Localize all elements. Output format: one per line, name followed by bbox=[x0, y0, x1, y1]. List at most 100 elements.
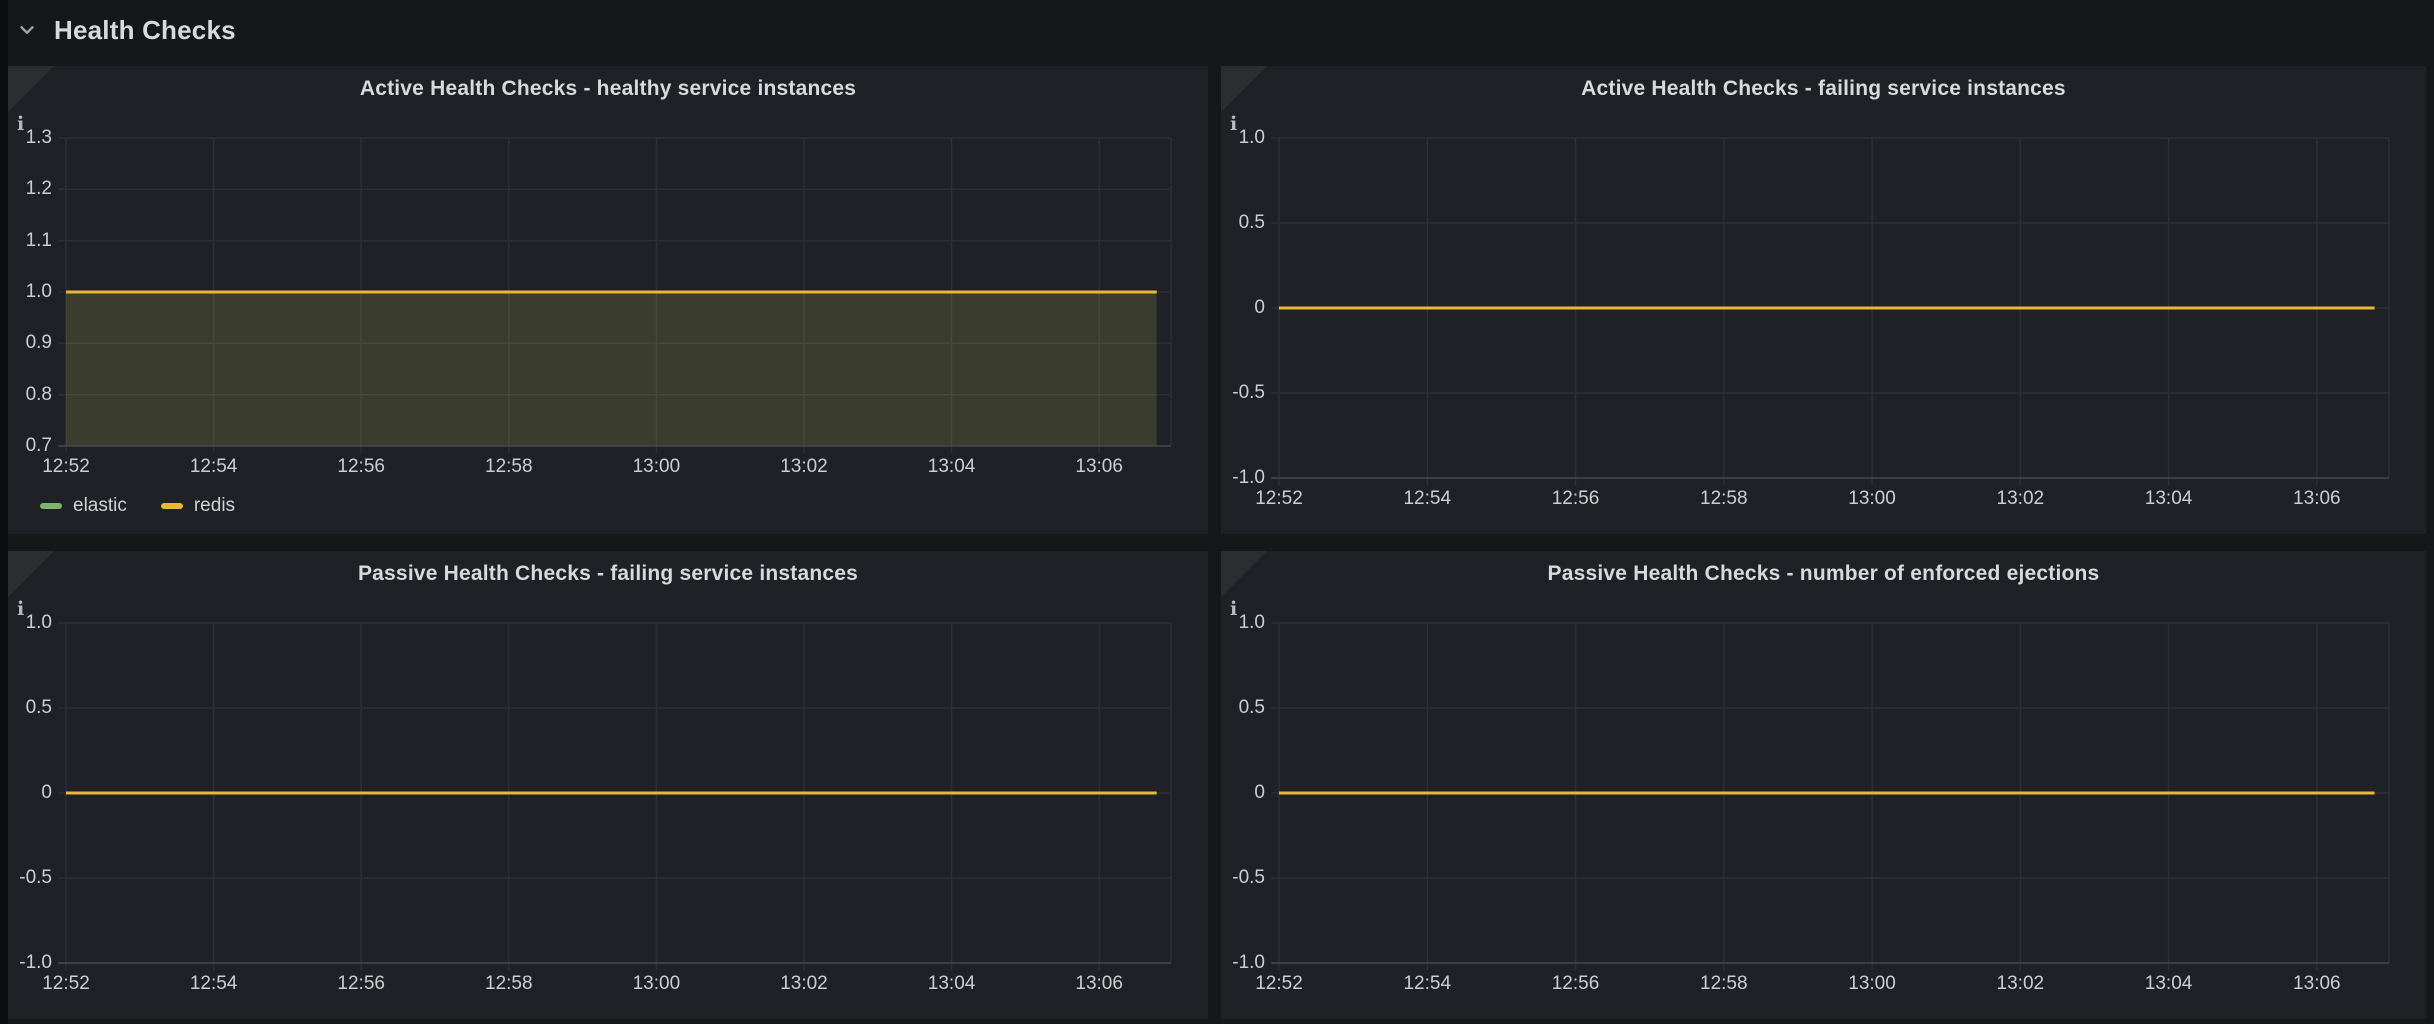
x-tick-label: 13:04 bbox=[2145, 488, 2193, 510]
y-tick-label: -1.0 bbox=[1232, 952, 1265, 974]
y-tick-label: 1.0 bbox=[1239, 127, 1265, 149]
y-tick-label: 1.1 bbox=[26, 230, 52, 252]
x-tick-label: 12:54 bbox=[190, 973, 238, 995]
y-axis-labels: 1.31.21.11.00.90.80.7 bbox=[8, 138, 66, 446]
x-tick-label: 12:58 bbox=[1700, 973, 1748, 995]
info-icon: i bbox=[1230, 115, 1237, 134]
y-tick-label: -0.5 bbox=[1232, 382, 1265, 404]
x-axis-labels: 12:5212:5412:5612:5813:0013:0213:0413:06 bbox=[66, 446, 1171, 490]
x-tick-label: 12:58 bbox=[485, 973, 533, 995]
row-title[interactable]: Health Checks bbox=[54, 15, 236, 46]
info-icon: i bbox=[17, 115, 24, 134]
y-tick-label: -1.0 bbox=[19, 952, 52, 974]
panel-info-corner[interactable]: i bbox=[1221, 66, 1267, 112]
y-axis-labels: 1.00.50-0.5-1.0 bbox=[1221, 623, 1279, 963]
y-tick-label: 1.0 bbox=[26, 281, 52, 303]
grid-lines bbox=[1271, 138, 2389, 486]
plot-area[interactable] bbox=[1279, 138, 2389, 478]
chart-canvas bbox=[1279, 138, 2389, 478]
legend-item-elastic[interactable]: elastic bbox=[40, 495, 127, 517]
row-header[interactable]: Health Checks bbox=[14, 0, 236, 60]
panel-title[interactable]: Active Health Checks - failing service i… bbox=[1221, 66, 2426, 112]
plot-area[interactable] bbox=[1279, 623, 2389, 963]
x-axis-labels: 12:5212:5412:5612:5813:0013:0213:0413:06 bbox=[66, 963, 1171, 1007]
chart-canvas bbox=[1279, 623, 2389, 963]
y-tick-label: 0 bbox=[1254, 297, 1265, 319]
series-color-marker bbox=[161, 503, 183, 509]
y-tick-label: -1.0 bbox=[1232, 467, 1265, 489]
x-tick-label: 12:56 bbox=[337, 456, 385, 478]
series-color-marker bbox=[40, 503, 62, 509]
x-tick-label: 12:54 bbox=[1403, 973, 1451, 995]
x-tick-label: 13:00 bbox=[1848, 488, 1896, 510]
panel-info-corner[interactable]: i bbox=[8, 66, 54, 112]
x-tick-label: 12:52 bbox=[42, 456, 90, 478]
x-tick-label: 13:02 bbox=[1997, 488, 2045, 510]
panel-passive-ejections: i Passive Health Checks - number of enfo… bbox=[1221, 551, 2426, 1019]
panel-title[interactable]: Passive Health Checks - number of enforc… bbox=[1221, 551, 2426, 597]
x-tick-label: 12:56 bbox=[1552, 973, 1600, 995]
x-axis-labels: 12:5212:5412:5612:5813:0013:0213:0413:06 bbox=[1279, 963, 2389, 1007]
x-tick-label: 13:06 bbox=[1075, 456, 1123, 478]
y-axis-labels: 1.00.50-0.5-1.0 bbox=[8, 623, 66, 963]
x-tick-label: 13:04 bbox=[928, 973, 976, 995]
x-tick-label: 12:52 bbox=[42, 973, 90, 995]
x-tick-label: 13:06 bbox=[1075, 973, 1123, 995]
info-icon: i bbox=[17, 600, 24, 619]
y-tick-label: 1.2 bbox=[26, 178, 52, 200]
y-tick-label: 1.0 bbox=[26, 612, 52, 634]
y-tick-label: -0.5 bbox=[19, 867, 52, 889]
panel-active-failing: i Active Health Checks - failing service… bbox=[1221, 66, 2426, 534]
info-icon: i bbox=[1230, 600, 1237, 619]
x-tick-label: 13:02 bbox=[1997, 973, 2045, 995]
y-axis-labels: 1.00.50-0.5-1.0 bbox=[1221, 138, 1279, 478]
x-axis-labels: 12:5212:5412:5612:5813:0013:0213:0413:06 bbox=[1279, 478, 2389, 522]
x-tick-label: 12:58 bbox=[1700, 488, 1748, 510]
y-tick-label: 1.3 bbox=[26, 127, 52, 149]
y-tick-label: 0.5 bbox=[1239, 212, 1265, 234]
plot-area[interactable] bbox=[66, 623, 1171, 963]
chart-canvas bbox=[66, 138, 1171, 446]
x-tick-label: 13:00 bbox=[1848, 973, 1896, 995]
grid-lines bbox=[58, 623, 1171, 971]
legend-label[interactable]: elastic bbox=[73, 495, 127, 517]
plot-area[interactable] bbox=[66, 138, 1171, 446]
legend: elastic redis bbox=[40, 490, 1171, 522]
y-tick-label: 0.5 bbox=[26, 697, 52, 719]
x-tick-label: 12:52 bbox=[1255, 488, 1303, 510]
legend-item-redis[interactable]: redis bbox=[161, 495, 235, 517]
legend-label[interactable]: redis bbox=[194, 495, 235, 517]
panel-active-healthy: i Active Health Checks - healthy service… bbox=[8, 66, 1208, 534]
grid-lines bbox=[1271, 623, 2389, 971]
x-tick-label: 12:52 bbox=[1255, 973, 1303, 995]
panel-title[interactable]: Active Health Checks - healthy service i… bbox=[8, 66, 1208, 112]
x-tick-label: 12:54 bbox=[190, 456, 238, 478]
x-tick-label: 13:00 bbox=[633, 456, 681, 478]
chevron-down-icon[interactable] bbox=[14, 17, 40, 43]
y-tick-label: 0.7 bbox=[26, 435, 52, 457]
x-tick-label: 12:56 bbox=[1552, 488, 1600, 510]
x-tick-label: 13:02 bbox=[780, 456, 828, 478]
y-tick-label: 0 bbox=[41, 782, 52, 804]
panel-info-corner[interactable]: i bbox=[1221, 551, 1267, 597]
window-left-edge bbox=[0, 0, 8, 1024]
x-tick-label: 13:06 bbox=[2293, 973, 2341, 995]
x-tick-label: 13:04 bbox=[928, 456, 976, 478]
x-tick-label: 12:56 bbox=[337, 973, 385, 995]
series-fill-elastic bbox=[66, 292, 1157, 446]
panel-title[interactable]: Passive Health Checks - failing service … bbox=[8, 551, 1208, 597]
y-tick-label: 0.8 bbox=[26, 384, 52, 406]
x-tick-label: 12:58 bbox=[485, 456, 533, 478]
y-tick-label: -0.5 bbox=[1232, 867, 1265, 889]
chart-canvas bbox=[66, 623, 1171, 963]
y-tick-label: 0 bbox=[1254, 782, 1265, 804]
x-tick-label: 13:06 bbox=[2293, 488, 2341, 510]
panel-info-corner[interactable]: i bbox=[8, 551, 54, 597]
y-tick-label: 1.0 bbox=[1239, 612, 1265, 634]
y-tick-label: 0.9 bbox=[26, 332, 52, 354]
y-tick-label: 0.5 bbox=[1239, 697, 1265, 719]
x-tick-label: 13:02 bbox=[780, 973, 828, 995]
x-tick-label: 13:00 bbox=[633, 973, 681, 995]
x-tick-label: 13:04 bbox=[2145, 973, 2193, 995]
x-tick-label: 12:54 bbox=[1403, 488, 1451, 510]
